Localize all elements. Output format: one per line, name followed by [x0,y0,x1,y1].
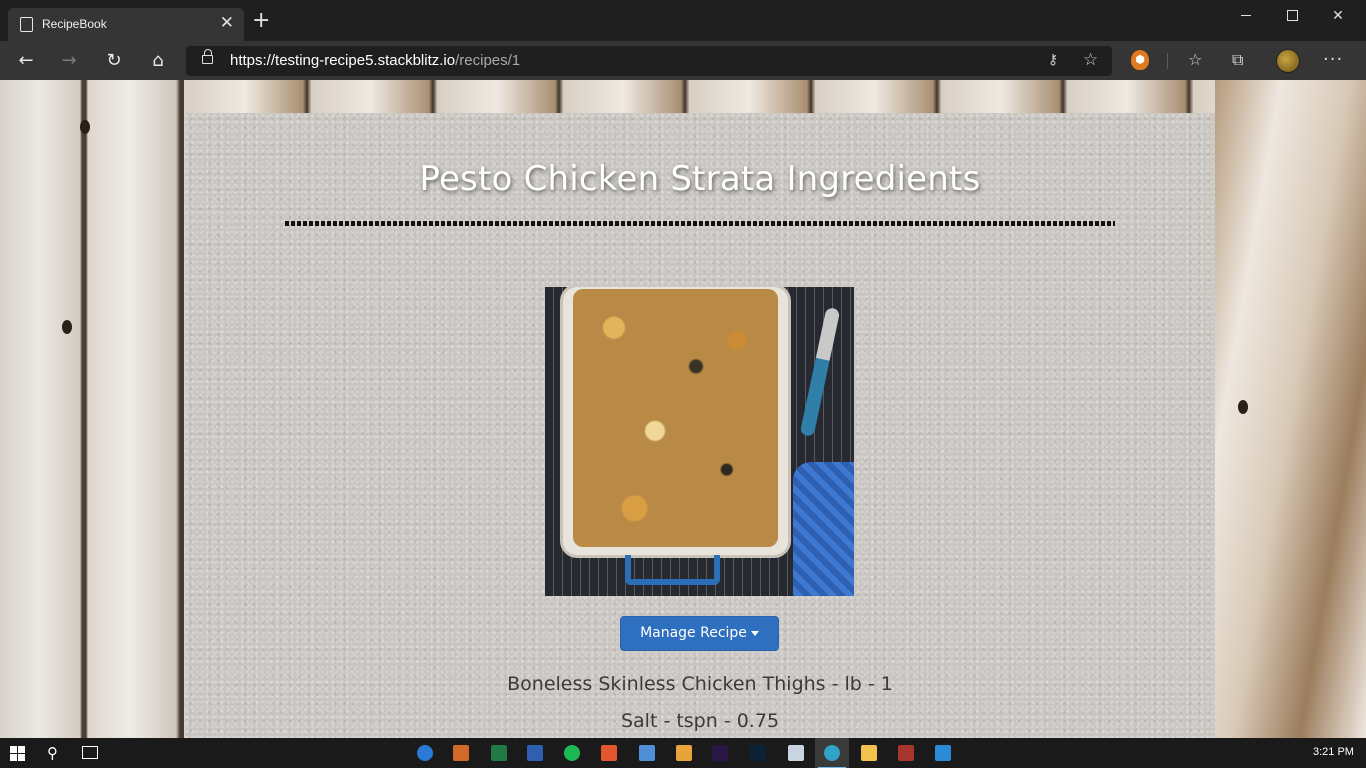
tab-recipebook[interactable]: RecipeBook ✕ [8,8,244,41]
paint-icon[interactable] [788,745,804,761]
address-bar[interactable]: https://testing-recipe5.stackblitz.io/re… [186,46,1112,76]
acrobat-icon[interactable] [676,745,692,761]
page-title: Pesto Chicken Strata Ingredients [419,159,981,199]
edge-beta-icon[interactable] [417,745,433,761]
ingredient-item: Boneless Skinless Chicken Thighs - lb - … [507,673,893,695]
page-favicon-icon [20,17,33,32]
browser-toolbar: ← → ↻ ⌂ https://testing-recipe5.stackbli… [0,41,1366,80]
page-viewport: Pesto Chicken Strata Ingredients Manage … [0,80,1366,738]
toolbar-separator [1167,53,1168,69]
extension-icon[interactable]: ⬢ [1131,50,1149,70]
photo-casserole [573,289,778,547]
close-tab-icon[interactable]: ✕ [220,13,234,33]
office-icon[interactable] [601,745,617,761]
back-icon[interactable]: ← [13,48,39,74]
wood-knot [1238,400,1248,414]
spotify-icon[interactable] [564,745,580,761]
url-path: /recipes/1 [455,52,521,69]
premiere-icon[interactable] [712,745,728,761]
close-window-button[interactable]: ✕ [1315,0,1361,32]
favorites-icon[interactable]: ☆ [1188,50,1202,70]
windows-start-icon[interactable] [10,746,25,761]
profile-avatar[interactable] [1276,49,1300,73]
wood-knot [80,120,90,134]
search-icon[interactable]: ⚲ [47,744,58,762]
edge-icon[interactable] [818,745,846,768]
photo-dish-handle [625,555,720,585]
add-favorite-icon[interactable]: ☆ [1083,50,1098,70]
wood-background-top [185,80,1215,113]
system-clock[interactable]: 3:21 PM [1313,746,1354,758]
browser-tab-strip: RecipeBook ✕ + ✕ [0,0,1366,41]
excel-icon[interactable] [491,745,507,761]
file-explorer-icon[interactable] [861,745,877,761]
powerpoint-icon[interactable] [453,745,469,761]
task-view-icon[interactable] [82,746,98,759]
recipe-card: Pesto Chicken Strata Ingredients Manage … [185,113,1215,738]
recipe-photo [545,287,854,596]
forward-icon[interactable]: → [56,48,82,74]
refresh-icon[interactable]: ↻ [101,48,127,74]
new-tab-button[interactable]: + [252,10,270,32]
caret-down-icon [750,630,759,636]
home-icon[interactable]: ⌂ [145,48,171,74]
photoshop-icon[interactable] [750,745,766,761]
photo-towel [793,462,854,596]
title-divider [285,221,1115,226]
collections-icon[interactable]: ⧉ [1232,50,1243,70]
lock-icon[interactable] [202,49,213,64]
windows-taskbar: ⚲ 3:21 PM [0,738,1366,768]
minimize-button[interactable] [1223,0,1269,32]
notepad-icon[interactable] [639,745,655,761]
key-icon[interactable]: ⚷ [1048,52,1058,68]
wood-knot [62,320,72,334]
vscode-icon[interactable] [935,745,951,761]
tab-title: RecipeBook [42,17,107,31]
url-text[interactable]: https://testing-recipe5.stackblitz.io/re… [230,52,520,69]
menu-icon[interactable]: ··· [1323,50,1343,70]
manage-recipe-dropdown-button[interactable]: Manage Recipe [620,616,779,651]
ingredient-item: Salt - tspn - 0.75 [620,710,780,732]
url-host: https://testing-recipe5.stackblitz.io [230,52,456,69]
winrar-icon[interactable] [898,745,914,761]
manage-recipe-label: Manage Recipe [640,625,747,641]
word-icon[interactable] [527,745,543,761]
maximize-button[interactable] [1269,0,1315,32]
